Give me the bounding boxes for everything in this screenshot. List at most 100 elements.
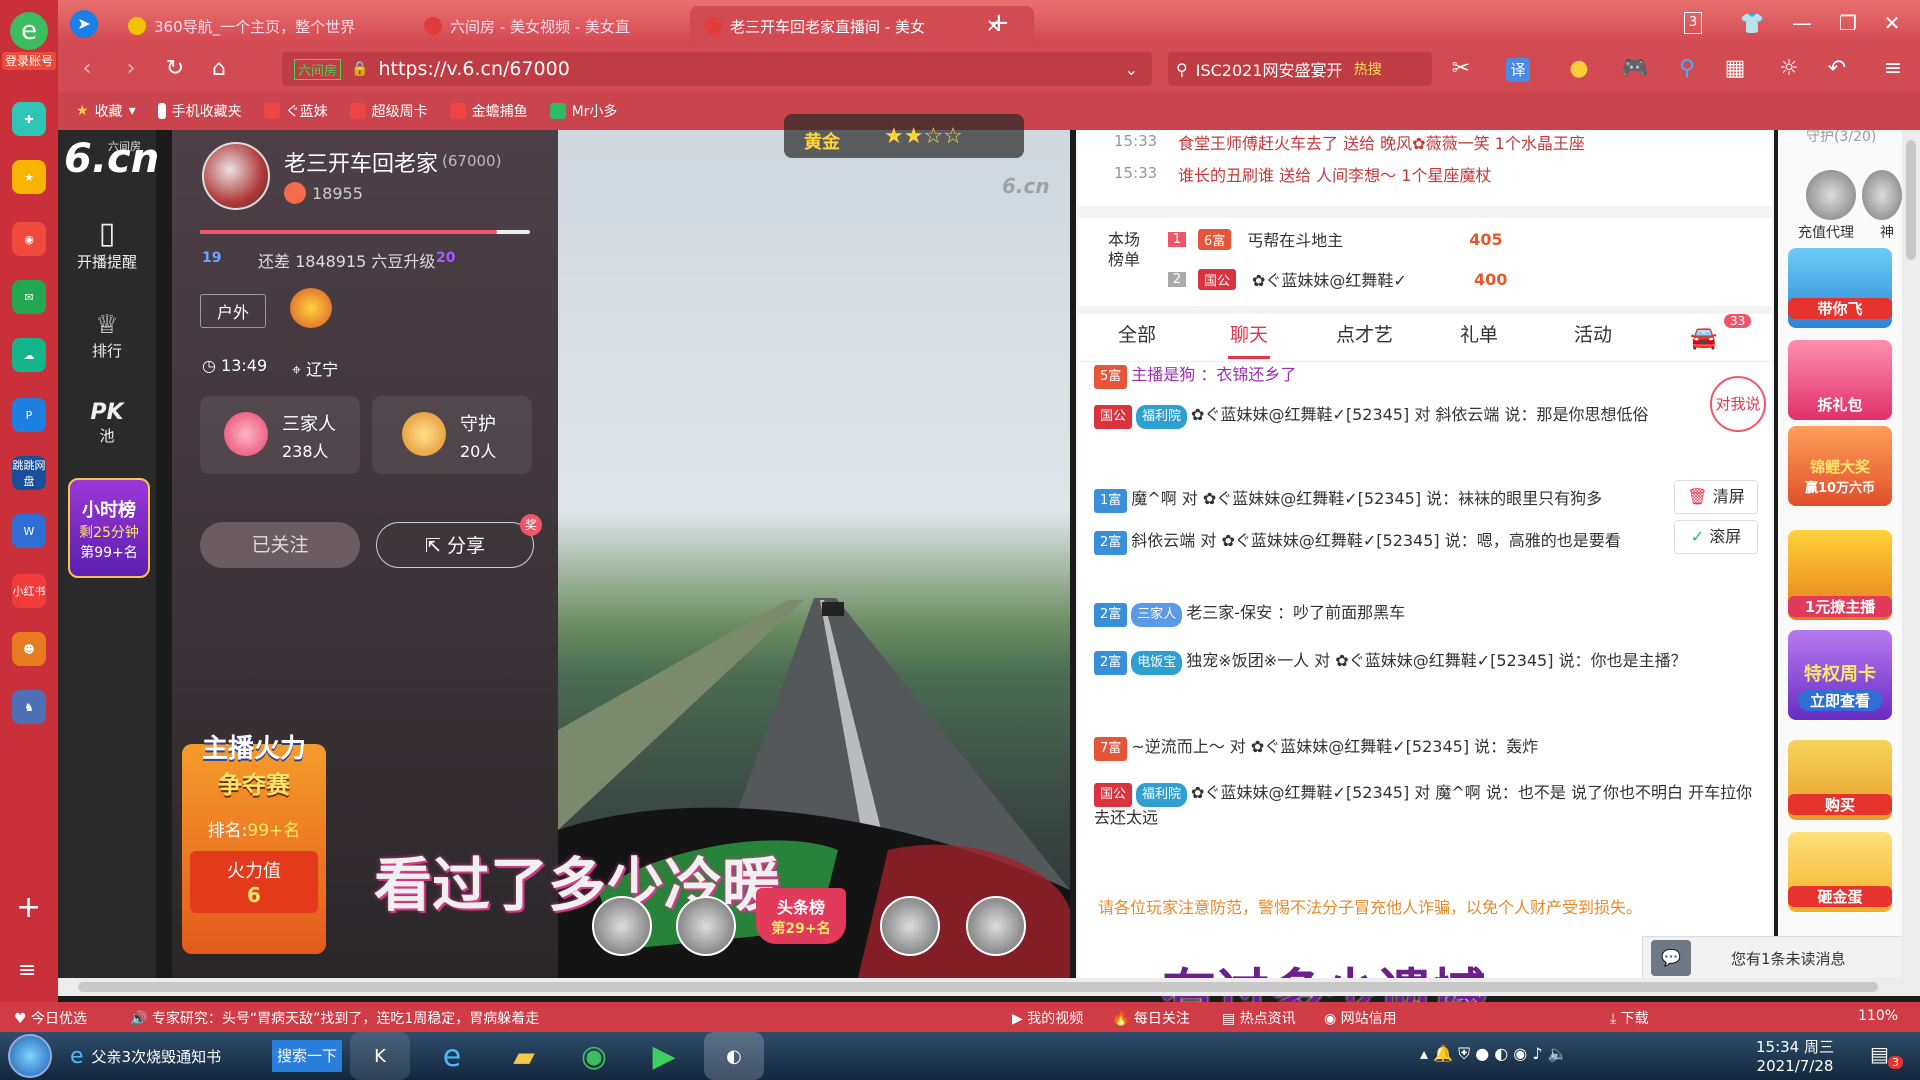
translate-icon[interactable]: 译 [1506, 58, 1530, 82]
k-app-icon[interactable]: K [350, 1032, 410, 1080]
chat-message[interactable]: 2富 电饭宝 独宠※饭团※一人 对 ✿ぐ蓝妹妹@红舞鞋✓[52345] 说：你也是主… [1094, 650, 1756, 675]
chat-message[interactable]: 7富 ~逆流而上～ 对 ✿ぐ蓝妹妹@红舞鞋✓[52345] 说：轰炸 [1094, 736, 1756, 761]
jump-disk-icon[interactable]: 跳跳网盘 [12, 456, 46, 490]
cloud-icon[interactable]: ☁ [12, 338, 46, 372]
buy-promo[interactable]: 购买 [1788, 740, 1892, 820]
shirt-icon[interactable]: 👕 [1732, 8, 1772, 38]
folder-icon[interactable]: ▰ [494, 1032, 554, 1080]
minimize-icon[interactable]: — [1782, 8, 1822, 38]
car-icon[interactable]: 🚘 [1690, 326, 1717, 351]
mail-icon[interactable]: ✉ [12, 280, 46, 314]
gamepad-icon[interactable]: 🎮 [1620, 54, 1650, 84]
xiaohongshu-icon[interactable]: 小红书 [12, 574, 46, 608]
family-button[interactable]: 三家人 238人 [200, 396, 360, 474]
bookmark-mrxiaoduo[interactable]: Mr小多 [542, 101, 626, 121]
favorites-star-icon[interactable]: ★ [12, 160, 46, 194]
viewer-avatar[interactable] [880, 896, 940, 956]
reload-icon[interactable]: ↻ [160, 54, 190, 84]
nav-pk[interactable]: PK 池 [58, 400, 156, 446]
avatar[interactable] [202, 142, 270, 210]
bookmark-weekcard[interactable]: 超级周卡 [342, 101, 436, 121]
close-window-icon[interactable]: ✕ [1872, 8, 1912, 38]
bookmark-fishing[interactable]: 金蟾捕鱼 [442, 101, 536, 121]
home-icon[interactable]: ⌂ [204, 54, 234, 84]
active-app-icon[interactable]: ◐ [704, 1032, 764, 1080]
ie-browser-icon[interactable]: e [422, 1032, 482, 1080]
rank-row[interactable]: 2 国公 ✿ぐ蓝妹妹@红舞鞋✓ 400 [1168, 264, 1752, 294]
login-button[interactable]: 登录账号 [2, 52, 56, 70]
tab-gift-list[interactable]: 礼单 [1460, 320, 1498, 347]
search-input[interactable]: ISC2021网安盛宴开 [1196, 57, 1346, 81]
back-icon[interactable]: ‹ [72, 54, 102, 84]
unread-toast[interactable]: 💬 您有1条未读消息 [1642, 936, 1904, 980]
share-button[interactable]: ⇱ 分享 [376, 522, 534, 568]
bookmark-mobile[interactable]: 手机收藏夹 [150, 101, 250, 121]
taskbar-news[interactable]: e 父亲3次烧毁通知书 [70, 1038, 270, 1074]
vertical-scrollbar[interactable] [1902, 130, 1920, 996]
nav-live-remind[interactable]: ▯ 开播提醒 [58, 216, 156, 272]
rank-row[interactable]: 1 6富 丐帮在斗地主 405 [1168, 224, 1752, 254]
weibo-icon[interactable]: ◉ [12, 222, 46, 256]
my-video[interactable]: ▶ 我的视频 [1012, 1008, 1083, 1028]
tab-activity[interactable]: 活动 [1574, 320, 1612, 347]
fly-promo[interactable]: 带你飞 [1788, 248, 1892, 328]
coin-icon[interactable]: ● [1564, 54, 1594, 84]
tab-counter[interactable]: 3 [1684, 12, 1702, 34]
start-button[interactable] [8, 1034, 52, 1078]
address-bar[interactable]: 六间房 🔒 https://v.6.cn/67000 ⌄ [282, 52, 1152, 86]
chat-message[interactable]: 1富 魔^啊 对 ✿ぐ蓝妹妹@红舞鞋✓[52345] 说：袜袜的眼里只有狗多 [1094, 488, 1756, 513]
zoom-level[interactable]: 110% [1858, 1008, 1898, 1024]
tab-chat[interactable]: 聊天 [1230, 320, 1268, 347]
horizontal-scrollbar[interactable] [58, 978, 1902, 996]
fire-contest-card[interactable]: 主播火力 争夺赛 排名:99+名 火力值 6 [182, 734, 326, 954]
clock[interactable]: 15:34 周三 2021/7/28 [1756, 1036, 1834, 1075]
url-text[interactable]: https://v.6.cn/67000 [378, 58, 569, 80]
guard-button[interactable]: 守护 20人 [372, 396, 532, 474]
bookmark-favorites[interactable]: ★ 收藏 ▾ [68, 101, 144, 121]
gift-pack-promo[interactable]: 拆礼包 [1788, 340, 1892, 420]
video-player[interactable]: 黄金 ★★☆☆ 6.cn 看过了多少冷暖 头条榜 第29+名 [374, 114, 1070, 978]
hot-search-label[interactable]: 热搜 [1354, 59, 1382, 79]
hour-rank-card[interactable]: 小时榜 剩25分钟 第99+名 [68, 478, 150, 578]
add-icon[interactable]: + [16, 890, 41, 925]
new-tab-icon[interactable]: + [988, 8, 1010, 38]
talk-to-me-button[interactable]: 对我说 [1710, 376, 1766, 432]
clear-screen-button[interactable]: 🗑 清屏 [1674, 480, 1758, 514]
follow-button[interactable]: 已关注 [200, 522, 360, 568]
tab-talent[interactable]: 点才艺 [1336, 320, 1393, 347]
maximize-icon[interactable]: ❐ [1828, 8, 1868, 38]
chat-message[interactable]: 国公 福利院 ✿ぐ蓝妹妹@红舞鞋✓[52345] 对 斜依云端 说：那是你思想低俗 [1094, 404, 1756, 429]
viewer-avatar[interactable] [966, 896, 1026, 956]
forward-icon[interactable]: › [116, 54, 146, 84]
daily-follow[interactable]: 🔥 每日关注 [1112, 1008, 1190, 1028]
dropdown-icon[interactable]: ⌄ [1125, 60, 1138, 79]
taskbar-search-button[interactable]: 搜索一下 [272, 1040, 342, 1072]
hot-news[interactable]: ▤ 热点资讯 [1222, 1008, 1296, 1028]
chat-message[interactable]: 5富 主播是狗 ：衣锦还乡了 [1094, 364, 1756, 389]
today-picks[interactable]: ♥ 今日优选 [14, 1008, 87, 1028]
tab-360nav[interactable]: 360导航_一个主页，整个世界 [114, 6, 450, 46]
search-box[interactable]: ⚲ ISC2021网安盛宴开 热搜 [1168, 52, 1432, 86]
add-app-icon[interactable]: ✚ [12, 102, 46, 136]
tray-icons[interactable]: ▴ 🔔 ⛨ ● ◐ ◉ ♪ 🔈 [1420, 1044, 1568, 1064]
viewer-avatar[interactable] [592, 896, 652, 956]
golden-egg-promo[interactable]: 砸金蛋 [1788, 832, 1892, 912]
menu-icon[interactable]: ≡ [18, 958, 36, 983]
download[interactable]: ⤓ 下载 [1610, 1008, 1649, 1028]
guard-avatar[interactable] [1806, 170, 1856, 220]
tab-live-room[interactable]: 老三开车回老家直播间 - 美女 ✕ [690, 6, 1034, 46]
video-player-icon[interactable]: ▶ [634, 1032, 694, 1080]
weekcard-promo[interactable]: 特权周卡 立即查看 [1788, 630, 1892, 720]
chat-message[interactable]: 2富 斜依云端 对 ✿ぐ蓝妹妹@红舞鞋✓[52345] 说：嗯，高雅的也是要看 [1094, 530, 1756, 555]
tab-all[interactable]: 全部 [1118, 320, 1156, 347]
headline-badge[interactable]: 头条榜 第29+名 [756, 888, 846, 968]
scissors-icon[interactable]: ✂ [1446, 54, 1476, 84]
menu-icon[interactable]: ≡ [1878, 54, 1908, 84]
game-icon[interactable]: ☻ [12, 632, 46, 666]
guard-avatar[interactable] [1862, 170, 1902, 220]
koi-promo[interactable]: 锦鲤大奖 赢10万六币 [1788, 426, 1892, 506]
news-ticker[interactable]: 🔊 专家研究：头号“胃病天敌”找到了，连吃1周稳定，胃病躲着走 [130, 1008, 539, 1028]
tease-promo[interactable]: 1元撩主播 [1788, 530, 1892, 620]
category-tag[interactable]: 户外 [200, 294, 267, 328]
grid-icon[interactable]: ▦ [1720, 54, 1750, 84]
